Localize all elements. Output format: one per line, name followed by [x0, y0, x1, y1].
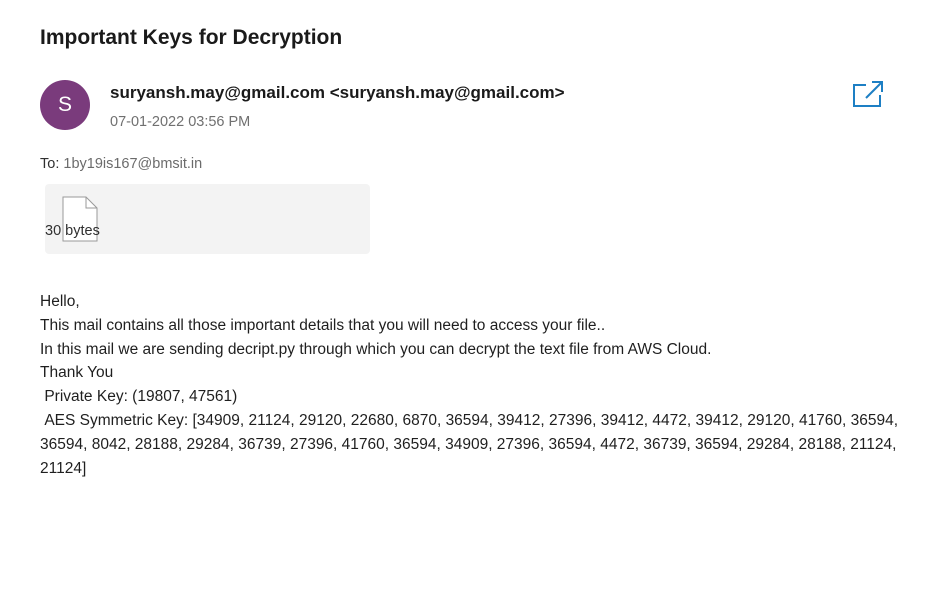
sender-avatar: S [40, 80, 90, 130]
attachment-card[interactable]: 30 bytes [45, 184, 370, 254]
body-line: AES Symmetric Key: [34909, 21124, 29120,… [40, 411, 903, 477]
open-in-new-window-icon [853, 81, 883, 107]
body-line: This mail contains all those important d… [40, 316, 606, 334]
body-line: In this mail we are sending decript.py t… [40, 340, 712, 358]
email-subject: Important Keys for Decryption [40, 26, 343, 49]
recipient-address[interactable]: 1by19is167@bmsit.in [63, 156, 202, 172]
email-body: Hello, This mail contains all those impo… [40, 290, 920, 480]
avatar-initial: S [57, 93, 72, 116]
open-in-new-window-button[interactable] [852, 80, 884, 108]
recipient-row: To: 1by19is167@bmsit.in [40, 156, 202, 172]
to-label: To: [40, 156, 64, 172]
attachment-size: 30 bytes [45, 223, 100, 239]
sender-address[interactable]: suryansh.may@gmail.com <suryansh.may@gma… [110, 83, 565, 103]
body-line: Thank You [40, 364, 114, 382]
body-line: Private Key: (19807, 47561) [40, 388, 238, 406]
body-line: Hello, [40, 293, 80, 310]
sent-date: 07-01-2022 03:56 PM [110, 114, 251, 130]
